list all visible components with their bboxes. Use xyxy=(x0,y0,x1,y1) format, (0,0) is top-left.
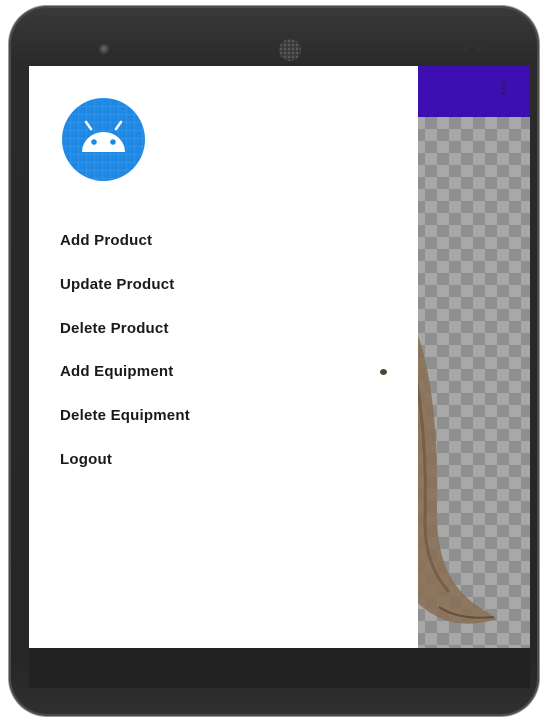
menu-item-update-product[interactable]: Update Product xyxy=(29,268,418,312)
menu-item-label: Logout xyxy=(60,450,113,468)
sensor-dot xyxy=(464,46,469,51)
menu-item-delete-product[interactable]: Delete Product xyxy=(29,312,418,356)
menu-item-delete-equipment[interactable]: Delete Equipment xyxy=(29,399,418,443)
touch-indicator-dot xyxy=(380,369,387,376)
camera-icon xyxy=(99,44,111,56)
menu-item-label: Add Equipment xyxy=(60,363,174,381)
menu-item-add-product[interactable]: Add Product xyxy=(29,224,418,268)
sensor-dot xyxy=(477,46,482,51)
android-robot-icon xyxy=(62,98,145,181)
app-screen: Add Product Update Product Delete Produc… xyxy=(29,66,530,648)
menu-item-label: Update Product xyxy=(60,275,175,293)
system-navigation-bar xyxy=(29,648,530,688)
menu-item-label: Delete Product xyxy=(60,319,169,337)
navigation-drawer: Add Product Update Product Delete Produc… xyxy=(29,66,418,648)
drawer-menu: Add Product Update Product Delete Produc… xyxy=(29,224,418,487)
more-vertical-icon[interactable] xyxy=(500,80,506,102)
menu-item-label: Delete Equipment xyxy=(60,407,190,425)
menu-item-logout[interactable]: Logout xyxy=(29,443,418,487)
background-image xyxy=(409,317,497,624)
speaker-grille-icon xyxy=(279,39,301,61)
menu-item-label: Add Product xyxy=(60,232,153,249)
menu-item-add-equipment[interactable]: Add Equipment xyxy=(29,355,418,399)
